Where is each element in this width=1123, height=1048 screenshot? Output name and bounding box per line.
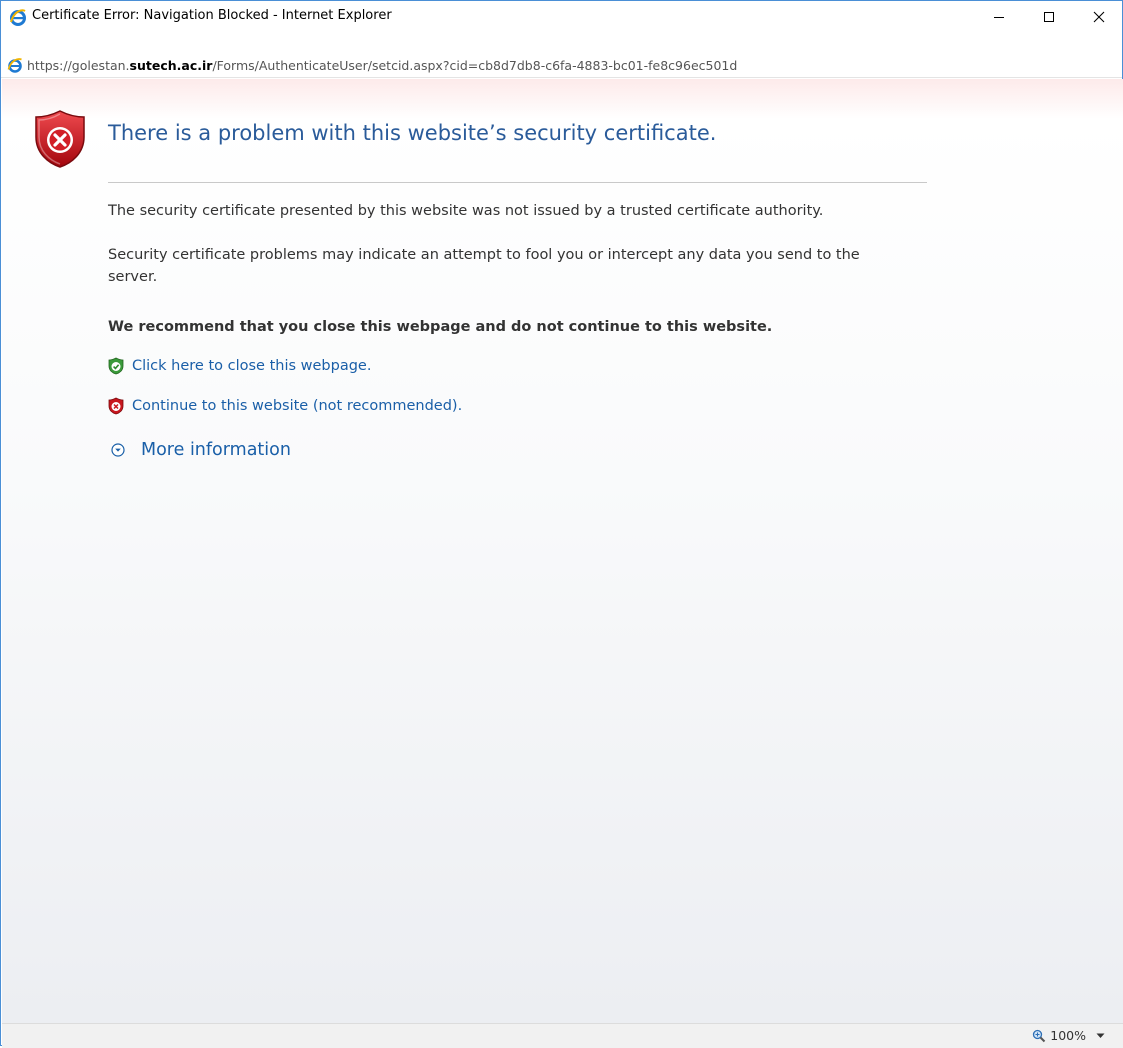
- more-information-toggle[interactable]: More information: [111, 440, 291, 460]
- minimize-button[interactable]: [976, 1, 1022, 32]
- maximize-button[interactable]: [1026, 1, 1072, 32]
- close-button[interactable]: [1076, 1, 1122, 32]
- shield-check-icon: [108, 357, 124, 375]
- continue-website-link[interactable]: Continue to this website (not recommende…: [132, 398, 462, 414]
- url-domain: sutech.ac.ir: [129, 58, 213, 73]
- status-bar: 100%: [2, 1023, 1123, 1048]
- expand-circle-icon: [111, 443, 125, 457]
- close-webpage-link[interactable]: Click here to close this webpage.: [132, 358, 371, 374]
- continue-row: Continue to this website (not recommende…: [108, 397, 462, 415]
- address-bar[interactable]: https://golestan.sutech.ac.ir/Forms/Auth…: [1, 53, 1122, 78]
- close-webpage-row: Click here to close this webpage.: [108, 357, 371, 375]
- url-text[interactable]: https://golestan.sutech.ac.ir/Forms/Auth…: [27, 58, 737, 73]
- window-title: Certificate Error: Navigation Blocked - …: [32, 8, 392, 23]
- minimize-icon: [994, 16, 1004, 18]
- zoom-icon: [1033, 1029, 1046, 1042]
- title-bar: Certificate Error: Navigation Blocked - …: [1, 1, 1122, 32]
- url-path: /Forms/AuthenticateUser/setcid.aspx?cid=…: [212, 58, 738, 73]
- close-icon: [1093, 11, 1105, 22]
- recommendation-text: We recommend that you close this webpage…: [108, 319, 773, 335]
- shield-error-icon: [108, 397, 124, 415]
- certificate-explanation: The security certificate presented by th…: [108, 203, 824, 219]
- dropdown-arrow-icon[interactable]: [1096, 1033, 1105, 1039]
- url-prefix: https://golestan.: [27, 58, 130, 73]
- ie-icon: [10, 9, 26, 26]
- shield-error-icon: [35, 110, 85, 168]
- page-title: There is a problem with this website’s s…: [108, 121, 717, 145]
- more-information-label: More information: [141, 440, 291, 460]
- browser-window: Certificate Error: Navigation Blocked - …: [0, 0, 1123, 1048]
- ie-icon: [7, 58, 22, 73]
- maximize-icon: [1044, 11, 1054, 22]
- divider: [108, 182, 927, 183]
- zoom-control[interactable]: 100%: [1032, 1028, 1105, 1043]
- security-warning: Security certificate problems may indica…: [108, 247, 860, 285]
- zoom-level: 100%: [1050, 1028, 1086, 1043]
